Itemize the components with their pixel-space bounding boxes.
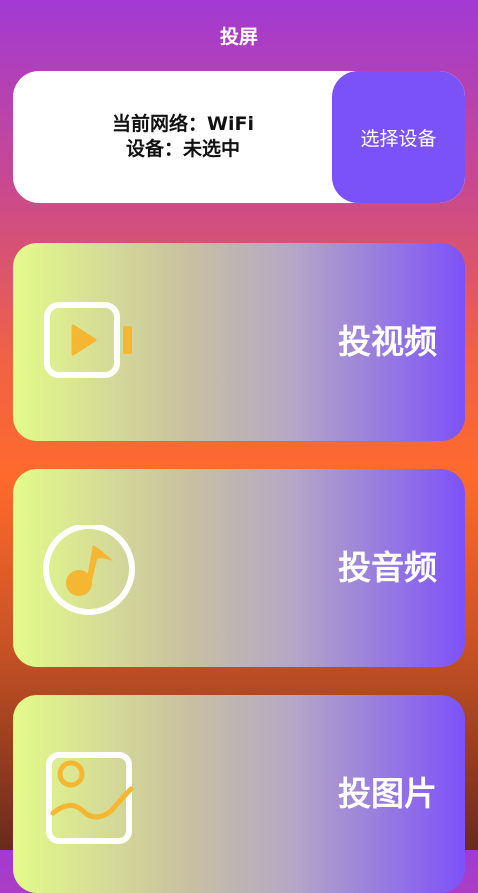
- select-device-button[interactable]: 选择设备: [332, 71, 465, 203]
- cast-image-label: 投图片: [338, 774, 437, 813]
- cast-audio-label: 投音频: [338, 548, 437, 587]
- page-title: 投屏: [219, 26, 258, 48]
- image-icon: [46, 752, 134, 844]
- device-status-card: 当前网络：WiFi 设备：未选中 选择设备: [13, 71, 465, 203]
- music-note-icon: [43, 525, 135, 615]
- device-status-text: 设备：未选中: [125, 138, 240, 160]
- video-icon: [44, 302, 132, 378]
- cast-video-card[interactable]: 投视频: [13, 243, 465, 441]
- cast-audio-card[interactable]: 投音频: [13, 469, 465, 667]
- cast-image-card[interactable]: 投图片: [13, 695, 465, 893]
- cast-video-label: 投视频: [338, 322, 437, 361]
- device-info: 当前网络：WiFi 设备：未选中: [13, 71, 353, 203]
- network-status-text: 当前网络：WiFi: [112, 113, 254, 135]
